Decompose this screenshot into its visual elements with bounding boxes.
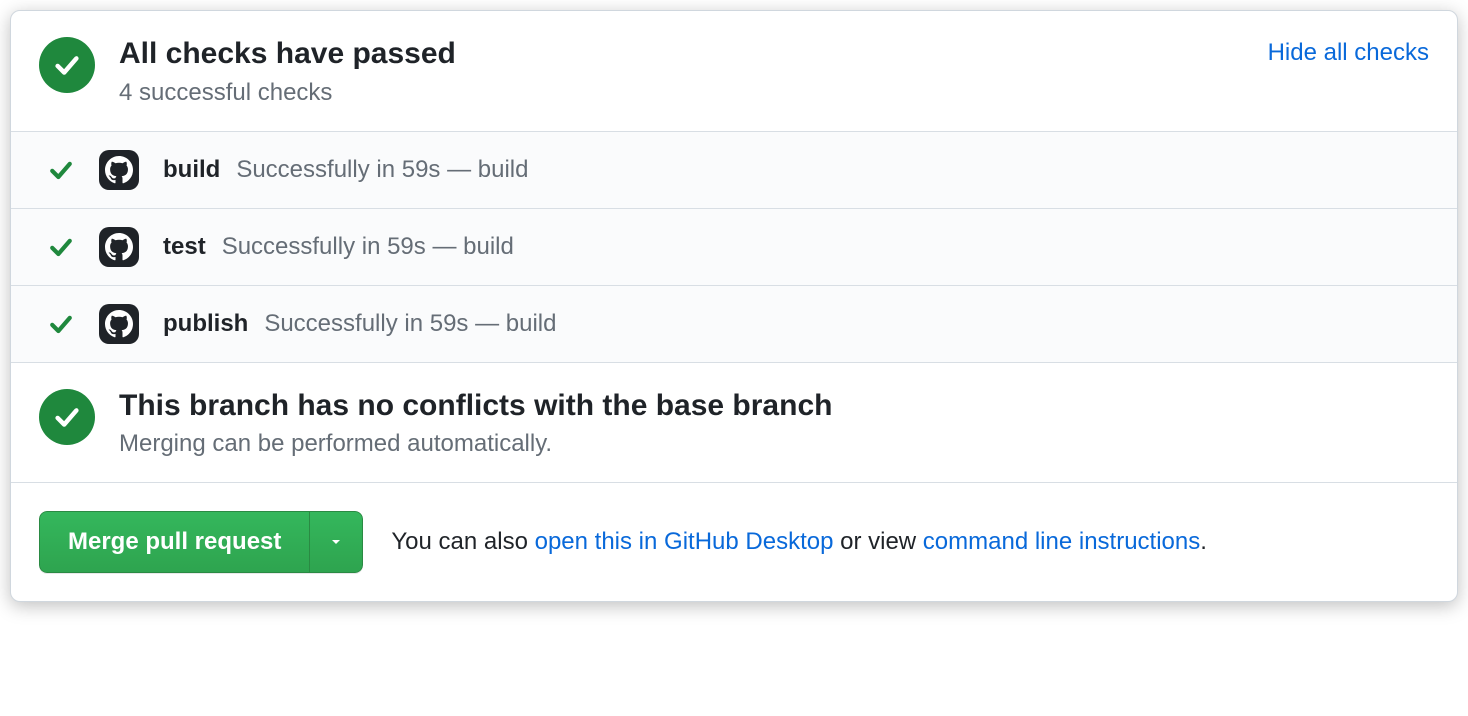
check-pass-icon	[47, 310, 75, 338]
github-icon	[99, 150, 139, 190]
github-icon	[99, 227, 139, 267]
merge-footer-text: You can also open this in GitHub Desktop…	[391, 528, 1207, 556]
checks-subtitle: 4 successful checks	[119, 79, 1244, 107]
open-desktop-link[interactable]: open this in GitHub Desktop	[535, 528, 834, 555]
footer-prefix: You can also	[391, 528, 534, 555]
check-pass-icon	[47, 233, 75, 261]
cli-instructions-link[interactable]: command line instructions	[923, 528, 1200, 555]
merge-pull-request-button[interactable]: Merge pull request	[39, 511, 309, 573]
conflicts-title: This branch has no conflicts with the ba…	[119, 387, 1429, 425]
check-row: publish Successfully in 59s — build	[11, 286, 1457, 363]
check-name: publish	[163, 310, 248, 338]
github-icon	[99, 304, 139, 344]
conflicts-subtitle: Merging can be performed automatically.	[119, 430, 1429, 458]
check-name: test	[163, 233, 206, 261]
checks-list: build Successfully in 59s — build test S…	[11, 132, 1457, 363]
merge-button-group: Merge pull request	[39, 511, 363, 573]
check-row: test Successfully in 59s — build	[11, 209, 1457, 286]
check-row: build Successfully in 59s — build	[11, 132, 1457, 209]
check-name: build	[163, 156, 220, 184]
footer-suffix: .	[1200, 528, 1207, 555]
check-success-icon	[39, 37, 95, 93]
check-detail: Successfully in 59s — build	[264, 310, 556, 338]
checks-summary-body: All checks have passed 4 successful chec…	[119, 35, 1244, 107]
merge-dropdown-button[interactable]	[309, 511, 363, 573]
check-success-icon	[39, 389, 95, 445]
check-detail: Successfully in 59s — build	[236, 156, 528, 184]
footer-middle: or view	[833, 528, 922, 555]
conflicts-body: This branch has no conflicts with the ba…	[119, 387, 1429, 459]
checks-summary-section: All checks have passed 4 successful chec…	[11, 11, 1457, 132]
merge-footer: Merge pull request You can also open thi…	[11, 483, 1457, 601]
merge-panel: All checks have passed 4 successful chec…	[10, 10, 1458, 602]
hide-all-checks-link[interactable]: Hide all checks	[1268, 39, 1429, 67]
check-pass-icon	[47, 156, 75, 184]
checks-title: All checks have passed	[119, 35, 1244, 73]
conflicts-section: This branch has no conflicts with the ba…	[11, 363, 1457, 484]
check-detail: Successfully in 59s — build	[222, 233, 514, 261]
